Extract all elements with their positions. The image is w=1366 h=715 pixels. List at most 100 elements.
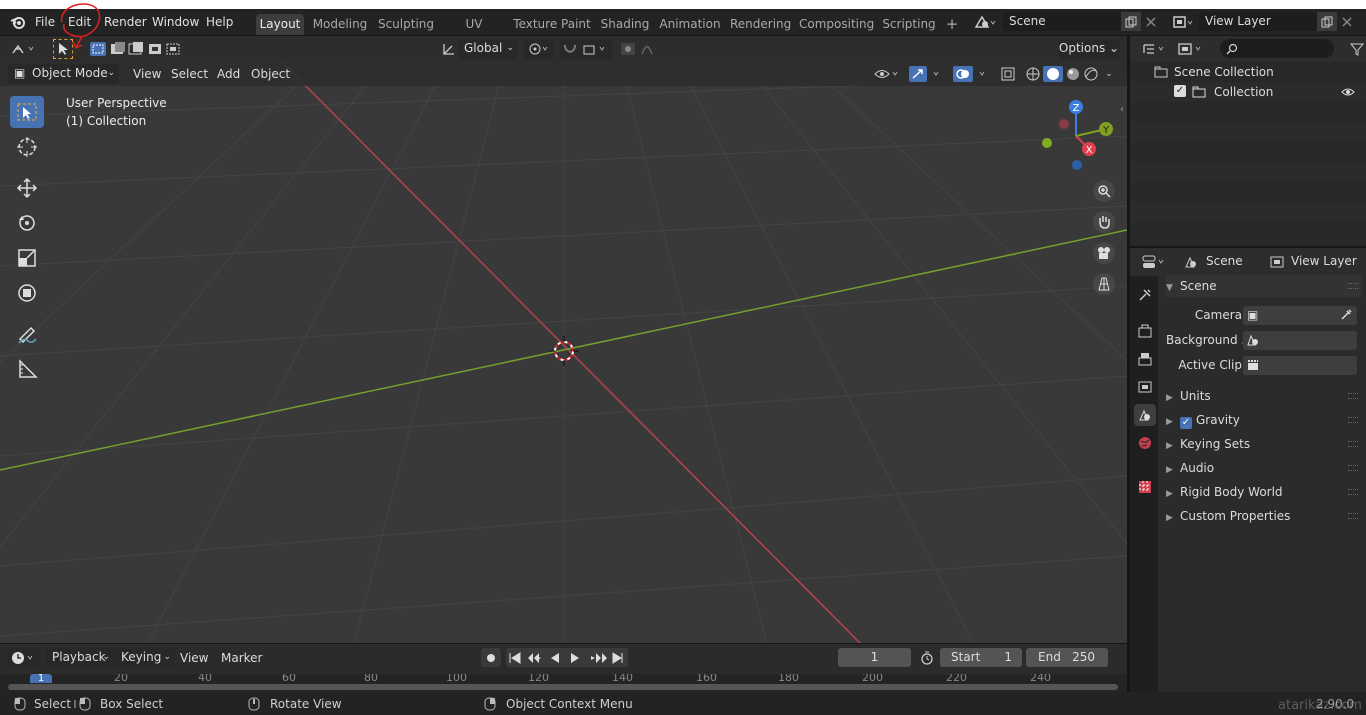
tab-shading[interactable]: Shading [599,14,651,35]
drag-grip-icon[interactable] [1348,417,1358,423]
tab-sculpting[interactable]: Sculpting [376,14,436,35]
new-scene-icon[interactable] [1121,12,1141,31]
menu-view[interactable]: View [133,66,161,82]
xray-toggle-icon[interactable] [998,65,1018,83]
audio-panel[interactable]: ▶ Audio [1166,457,1362,479]
transform-tool[interactable] [10,277,44,309]
camera-icon[interactable] [1093,242,1115,264]
3d-viewport[interactable]: Global ⌄ Options ⌄ ▣ Object Mode ⌄ View S… [0,36,1127,643]
drag-grip-icon[interactable] [1348,393,1358,399]
navigation-gizmo[interactable]: Z Y X [1036,96,1116,176]
filter-icon[interactable] [1348,40,1366,58]
playback-controls[interactable] [506,648,628,667]
menu-select[interactable]: Select [171,66,208,82]
tab-animation[interactable]: Animation [658,14,722,35]
tab-scripting[interactable]: Scripting [881,14,937,35]
menu-object[interactable]: Object [251,66,290,82]
zoom-icon[interactable] [1093,180,1115,202]
properties-editor-type-icon[interactable] [1140,252,1170,272]
measure-tool[interactable] [10,353,44,385]
texture-tab-icon[interactable] [1134,476,1156,498]
camera-field[interactable]: ▣ [1243,306,1357,325]
tab-texture-paint[interactable]: Texture Paint [513,14,591,35]
active-clip-field[interactable] [1243,356,1357,375]
playback-dropdown[interactable]: Playback ⌄ [46,648,114,667]
move-tool[interactable] [10,172,44,204]
collection-checkbox[interactable]: ✓ [1174,85,1186,97]
visibility-eye-icon[interactable] [872,65,902,83]
tab-layout[interactable]: Layout [256,14,304,35]
tab-compositing[interactable]: Compositing [799,14,874,35]
tab-uv-editing[interactable]: UV Editing [443,14,505,51]
drag-grip-icon[interactable] [1348,465,1358,471]
remove-view-layer-icon[interactable] [1338,12,1356,31]
output-tab-icon[interactable] [1134,348,1156,370]
chevron-down-icon[interactable]: ⌄ [1102,65,1116,83]
pivot-point-icon[interactable] [524,39,554,59]
snapping-icon[interactable] [560,39,612,59]
menu-help[interactable]: Help [206,14,233,30]
outliner-search-input[interactable] [1220,39,1334,58]
gravity-checkbox[interactable]: ✓ [1180,417,1192,429]
timeline-menu-view[interactable]: View [180,650,208,666]
menu-window[interactable]: Window [152,14,199,30]
outliner-editor-type-icon[interactable] [1140,40,1170,58]
new-view-layer-icon[interactable] [1317,12,1337,31]
scale-tool[interactable] [10,242,44,274]
world-tab-icon[interactable] [1134,432,1156,454]
custom-properties-panel[interactable]: ▶ Custom Properties [1166,505,1362,527]
current-frame-field[interactable]: 1 [838,648,911,667]
gravity-panel[interactable]: ▶ ✓ Gravity [1166,409,1362,431]
rigid-body-world-panel[interactable]: ▶ Rigid Body World [1166,481,1362,503]
remove-scene-icon[interactable] [1142,12,1160,31]
overlays-toggle-icon[interactable] [952,65,990,83]
render-tab-icon[interactable] [1134,320,1156,342]
stopwatch-icon[interactable] [918,648,936,667]
start-frame-field[interactable]: Start 1 [940,648,1022,667]
drag-grip-icon[interactable] [1348,489,1358,495]
options-dropdown[interactable]: Options ⌄ [1058,39,1120,59]
scene-icon[interactable] [971,13,999,31]
pan-hand-icon[interactable] [1093,211,1115,233]
view-layer-field[interactable]: View Layer [1199,12,1317,31]
menu-file[interactable]: File [35,14,55,30]
record-button[interactable] [481,648,501,667]
units-panel[interactable]: ▶ Units [1166,385,1362,407]
tab-modeling[interactable]: Modeling [310,14,370,35]
scene-name-field[interactable]: Scene [1003,12,1121,31]
drag-grip-icon[interactable] [1348,513,1358,519]
cursor-tool[interactable] [10,131,44,163]
outliner-row-scene-collection[interactable]: Scene Collection [1130,62,1366,82]
proportional-editing-icon[interactable] [618,39,668,59]
timeline-scrollbar[interactable] [8,684,1118,690]
rotate-tool[interactable] [10,207,44,239]
outliner-row-collection[interactable]: ✓ Collection [1130,82,1366,102]
display-mode-icon[interactable] [1176,40,1208,58]
sidebar-toggle-icon[interactable]: ‹ [1117,102,1127,116]
frame-ruler[interactable]: 1 20 40 60 80 100 120 140 160 180 200 22… [0,674,1127,692]
gizmo-toggle-icon[interactable] [908,65,944,83]
add-workspace-button[interactable]: + [943,14,961,35]
menu-add[interactable]: Add [217,66,240,82]
drag-grip-icon[interactable] [1348,441,1358,447]
select-box-tool[interactable] [10,96,44,128]
properties-view-layer-label[interactable]: View Layer [1291,254,1357,268]
properties-scene-label[interactable]: Scene [1206,254,1243,268]
timeline-editor-type-icon[interactable] [8,648,40,667]
timeline-menu-marker[interactable]: Marker [221,650,262,666]
blender-logo-icon[interactable] [8,13,28,31]
editor-type-icon[interactable] [8,40,40,58]
background-field[interactable] [1243,331,1357,350]
scene-tab-icon[interactable] [1134,404,1156,426]
keying-sets-panel[interactable]: ▶ Keying Sets [1166,433,1362,455]
tool-tab-icon[interactable] [1134,284,1156,306]
tab-rendering[interactable]: Rendering [730,14,791,35]
mode-dropdown[interactable]: ▣ Object Mode ⌄ [8,64,119,84]
view-layer-tab-icon[interactable] [1134,376,1156,398]
end-frame-field[interactable]: End 250 [1026,648,1108,667]
orientation-dropdown[interactable]: Global ⌄ [458,39,518,59]
grid-view-icon[interactable] [1093,273,1115,295]
scene-panel-header[interactable]: ▼ Scene [1166,275,1362,297]
playhead[interactable]: 1 [30,674,52,683]
annotate-tool[interactable] [10,318,44,350]
